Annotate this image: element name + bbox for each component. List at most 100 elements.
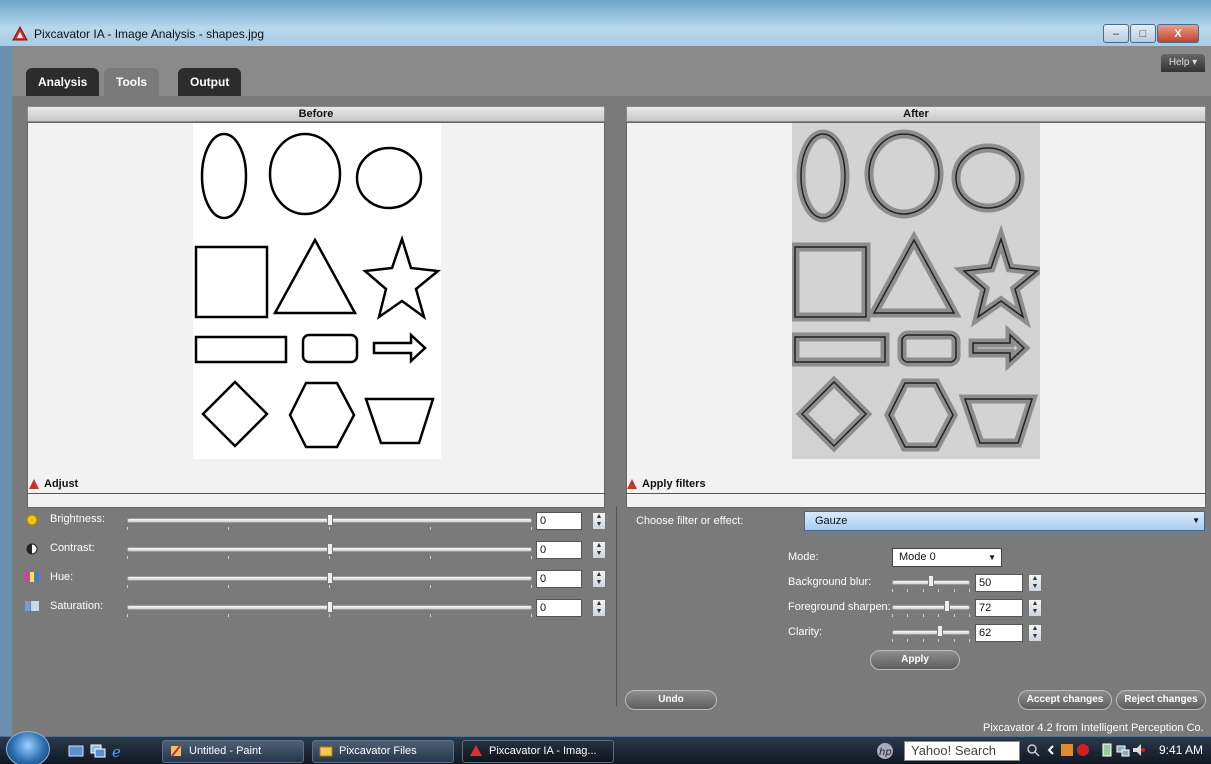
tray-device-icon[interactable] [1100,743,1114,757]
minimize-button[interactable]: – [1103,24,1129,43]
taskbar-item-label: Pixcavator Files [339,745,417,757]
switch-windows-icon[interactable] [90,743,106,759]
slider-ticks [127,585,532,589]
clarity-spinner[interactable]: ▲ ▼ [1028,624,1042,642]
slider-ticks [127,614,532,618]
taskbar-item-paint[interactable]: Untitled - Paint [162,740,304,763]
slider-tick [969,614,970,617]
tray-red-icon[interactable] [1076,743,1090,757]
clarity-slider[interactable] [892,630,970,635]
saturation-label: Saturation: [50,600,104,612]
slider-tick [228,614,229,617]
foreground-sharpen-slider[interactable] [892,605,970,610]
filter-select[interactable]: Gauze ▼ [804,511,1205,531]
saturation-icon [25,601,39,611]
slider-tick [953,639,955,642]
contrast-value[interactable]: 0 [536,541,582,559]
taskbar-item-label: Untitled - Paint [189,745,262,757]
start-button[interactable] [6,731,50,764]
slider-tick [938,614,940,617]
close-button[interactable]: X [1157,24,1199,43]
contrast-icon [26,543,38,555]
hue-value[interactable]: 0 [536,570,582,588]
slider-tick [892,639,893,642]
tray-app-icon[interactable] [1060,743,1074,757]
slider-tick [922,614,924,617]
before-view [27,122,605,508]
slider-tick [430,556,431,559]
slider-tick [127,614,128,617]
slider-tick [228,527,229,530]
slider-tick [531,527,532,530]
background-blur-value[interactable]: 50 [975,574,1023,592]
hue-label: Hue: [50,571,74,583]
tab-tools[interactable]: Tools [104,68,160,96]
slider-tick [531,585,532,588]
search-icon[interactable] [1026,743,1040,757]
adjust-section-title: Adjust [28,478,78,490]
background-blur-spinner[interactable]: ▲ ▼ [1028,574,1042,592]
taskbar: e Untitled - Paint Pixcavator Files Pixc… [0,731,1211,764]
show-desktop-icon[interactable] [68,743,84,759]
network-icon[interactable] [1116,743,1130,757]
adjust-title: Adjust [44,478,79,490]
slider-tick [969,589,970,592]
saturation-spinner[interactable]: ▲ ▼ [592,599,606,617]
clarity-value[interactable]: 62 [975,624,1023,642]
slider-tick [892,614,893,617]
chevron-left-icon[interactable] [1044,743,1058,757]
help-menu-button[interactable]: Help ▾ [1161,54,1205,72]
slider-tick [953,589,955,592]
app-body: Analysis Tools Output Help ▾ Before Afte… [12,46,1211,736]
foreground-sharpen-slider-thumb[interactable] [943,600,950,612]
foreground-sharpen-spinner[interactable]: ▲ ▼ [1028,599,1042,617]
brightness-value[interactable]: 0 [536,512,582,530]
background-blur-label: Background blur: [788,576,872,588]
saturation-slider-thumb[interactable] [327,601,333,613]
yahoo-search-input[interactable]: Yahoo! Search [904,741,1020,761]
filters-section-title: Apply filters [626,478,706,490]
before-image [193,123,441,459]
brightness-slider-thumb[interactable] [327,514,333,526]
slider-tick [922,589,924,592]
tab-strip: Analysis Tools Output Help ▾ [12,46,1211,96]
hp-logo-icon: hp [877,743,893,759]
mode-select[interactable]: Mode 0 ▼ [892,548,1002,567]
brightness-icon [26,514,38,526]
taskbar-item-pixcavator[interactable]: Pixcavator IA - Imag... [462,740,614,763]
slider-tick [228,585,229,588]
contrast-slider-thumb[interactable] [327,543,333,555]
clarity-slider-thumb[interactable] [936,625,943,637]
undo-button[interactable]: Undo [625,690,717,710]
hue-spinner[interactable]: ▲ ▼ [592,570,606,588]
contrast-spinner[interactable]: ▲ ▼ [592,541,606,559]
slider-tick [892,589,893,592]
brightness-spinner[interactable]: ▲ ▼ [592,512,606,530]
apply-button[interactable]: Apply [870,650,960,670]
slider-ticks [892,639,970,643]
slider-tick [430,614,431,617]
tab-output[interactable]: Output [178,68,242,96]
mode-label: Mode: [788,551,819,563]
svg-text:hp: hp [879,747,892,758]
internet-explorer-icon[interactable]: e [110,743,126,759]
slider-tick [430,527,431,530]
hue-slider-thumb[interactable] [327,572,333,584]
accept-changes-button[interactable]: Accept changes [1018,690,1112,710]
foreground-sharpen-value[interactable]: 72 [975,599,1023,617]
paint-icon [171,745,181,757]
slider-tick [329,614,330,617]
slider-tick [969,639,970,642]
reject-changes-button[interactable]: Reject changes [1116,690,1206,710]
folder-icon [319,746,333,757]
panel-divider [616,506,617,706]
maximize-button[interactable]: □ [1130,24,1156,43]
slider-tick [329,556,330,559]
taskbar-item-files[interactable]: Pixcavator Files [312,740,454,763]
background-blur-slider-thumb[interactable] [928,575,934,587]
tab-analysis[interactable]: Analysis [26,68,100,96]
slider-tick [430,585,431,588]
saturation-value[interactable]: 0 [536,599,582,617]
volume-icon[interactable] [1132,743,1146,757]
contrast-label: Contrast: [50,542,95,554]
